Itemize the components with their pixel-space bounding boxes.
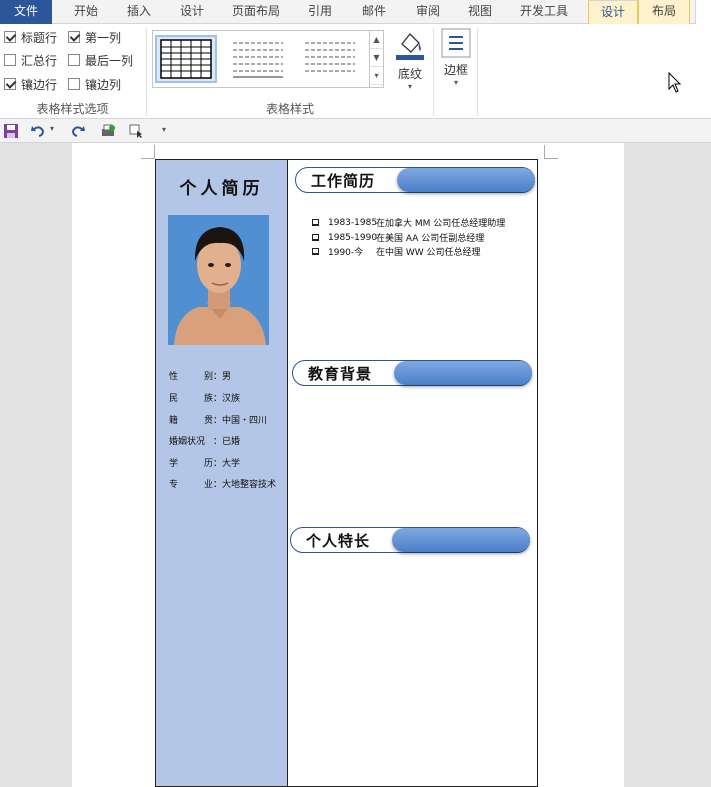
plain-table-icon xyxy=(305,42,355,72)
undo-icon[interactable] xyxy=(30,123,46,139)
checkbox-checked xyxy=(4,78,16,90)
group-divider xyxy=(477,28,478,116)
computer-bullet-icon xyxy=(312,234,319,241)
info-row-gender: 性别：男 xyxy=(169,372,232,382)
tab-view[interactable]: 视图 xyxy=(454,0,506,24)
borders-button[interactable]: 边框 ▾ xyxy=(438,28,474,87)
quick-access-toolbar: ▾ ▾ xyxy=(0,119,711,143)
tab-design[interactable]: 设计 xyxy=(166,0,218,24)
shading-dropdown-icon: ▾ xyxy=(407,82,412,91)
gallery-more-icon[interactable]: ▾ xyxy=(370,67,383,85)
checkbox-label: 镶边行 xyxy=(21,77,58,92)
tab-table-design[interactable]: 设计 xyxy=(588,0,638,25)
margin-corner-mark xyxy=(544,145,558,159)
tab-page-layout[interactable]: 页面布局 xyxy=(222,0,290,24)
borders-label: 边框 xyxy=(443,63,468,77)
table-styles-gallery[interactable]: ▲ ▼ ▾ xyxy=(152,30,384,88)
overflow-tab xyxy=(695,0,711,24)
last-column-checkbox[interactable]: 最后一列 xyxy=(68,51,133,69)
checkbox-label: 最后一列 xyxy=(85,53,134,68)
tab-references[interactable]: 引用 xyxy=(294,0,346,24)
computer-bullet-icon xyxy=(312,219,319,226)
person-photo-icon xyxy=(168,215,269,345)
undo-dropdown-icon[interactable]: ▾ xyxy=(50,124,54,133)
save-icon[interactable] xyxy=(3,123,19,139)
resume-title: 个人简历 xyxy=(179,179,264,199)
banded-columns-checkbox[interactable]: 镶边列 xyxy=(68,75,121,93)
section-work-history: 工作简历 xyxy=(295,167,536,193)
checkbox-checked xyxy=(4,31,16,43)
redo-icon[interactable] xyxy=(70,123,86,139)
section-bar xyxy=(397,168,535,192)
group-divider xyxy=(433,28,434,116)
checkbox-unchecked xyxy=(68,54,80,66)
checkbox-label: 汇总行 xyxy=(21,53,58,68)
section-skills: 个人特长 xyxy=(290,527,531,553)
checkbox-checked xyxy=(68,31,80,43)
table-style-dashed[interactable] xyxy=(227,35,289,83)
borders-icon xyxy=(441,28,471,58)
checkbox-label: 镶边列 xyxy=(85,77,122,92)
work-item: 1990-今 在中国 WW 公司任总经理 xyxy=(312,245,481,258)
group-divider xyxy=(146,28,147,116)
header-row-checkbox[interactable]: 标题行 xyxy=(4,28,57,46)
touch-mode-icon[interactable] xyxy=(128,123,144,139)
borders-dropdown-icon: ▾ xyxy=(453,78,458,87)
section-education: 教育背景 xyxy=(292,360,533,386)
section-title: 个人特长 xyxy=(306,532,371,550)
info-row-ethnicity: 民族：汉族 xyxy=(169,394,241,404)
table-style-plain[interactable] xyxy=(299,35,361,83)
dashed-table-icon xyxy=(233,42,283,78)
banded-rows-checkbox[interactable]: 镶边行 xyxy=(4,75,57,93)
ribbon-tab-bar: 文件 开始 插入 设计 页面布局 引用 邮件 审阅 视图 开发工具 设计 布局 xyxy=(0,0,711,25)
mouse-cursor-icon xyxy=(668,72,682,93)
computer-bullet-icon xyxy=(312,248,319,255)
section-title: 工作简历 xyxy=(311,172,376,190)
table-style-options-label: 表格样式选项 xyxy=(36,102,109,116)
tab-home[interactable]: 开始 xyxy=(60,0,112,24)
gallery-up-arrow-icon[interactable]: ▲ xyxy=(370,31,383,49)
shading-label: 底纹 xyxy=(397,67,422,81)
checkbox-unchecked xyxy=(4,54,16,66)
ribbon: 标题行 第一列 汇总行 最后一列 镶边行 镶边列 表格样式选项 ▲ ▼ ▾ 底纹… xyxy=(0,24,711,119)
profile-photo xyxy=(168,215,269,345)
tab-insert[interactable]: 插入 xyxy=(113,0,165,24)
tab-review[interactable]: 审阅 xyxy=(402,0,454,24)
grid-table-icon xyxy=(160,39,212,79)
info-row-major: 专业：大地整容技术 xyxy=(169,480,277,490)
gallery-down-arrow-icon[interactable]: ▼ xyxy=(370,49,383,67)
table-styles-label: 表格样式 xyxy=(265,102,314,116)
info-row-education: 学历：大学 xyxy=(169,459,241,469)
tab-table-layout[interactable]: 布局 xyxy=(638,0,690,24)
section-title: 教育背景 xyxy=(308,365,373,383)
section-bar xyxy=(394,361,532,385)
first-column-checkbox[interactable]: 第一列 xyxy=(68,28,121,46)
paint-bucket-icon xyxy=(396,33,424,60)
customize-qat-icon[interactable]: ▾ xyxy=(162,125,166,134)
checkbox-unchecked xyxy=(68,78,80,90)
table-style-grid-selected[interactable] xyxy=(155,35,217,83)
total-row-checkbox[interactable]: 汇总行 xyxy=(4,51,57,69)
gallery-scroll: ▲ ▼ ▾ xyxy=(369,31,383,87)
shading-button[interactable]: 底纹 ▾ xyxy=(390,28,430,91)
info-row-marital: 婚姻状况：已婚 xyxy=(169,437,241,447)
checkbox-label: 第一列 xyxy=(85,30,122,45)
print-preview-icon[interactable] xyxy=(100,123,116,139)
info-row-hometown: 籍贯：中国・四川 xyxy=(169,416,268,426)
tab-file[interactable]: 文件 xyxy=(0,0,52,24)
margin-corner-mark xyxy=(141,145,155,159)
tab-developer[interactable]: 开发工具 xyxy=(508,0,580,24)
work-item: 1985-1990 在美国 AA 公司任副总经理 xyxy=(312,231,484,244)
section-bar xyxy=(392,528,530,552)
checkbox-label: 标题行 xyxy=(21,30,58,45)
tab-mailings[interactable]: 邮件 xyxy=(348,0,400,24)
work-item: 1983-1985 在加拿大 MM 公司任总经理助理 xyxy=(312,216,505,229)
